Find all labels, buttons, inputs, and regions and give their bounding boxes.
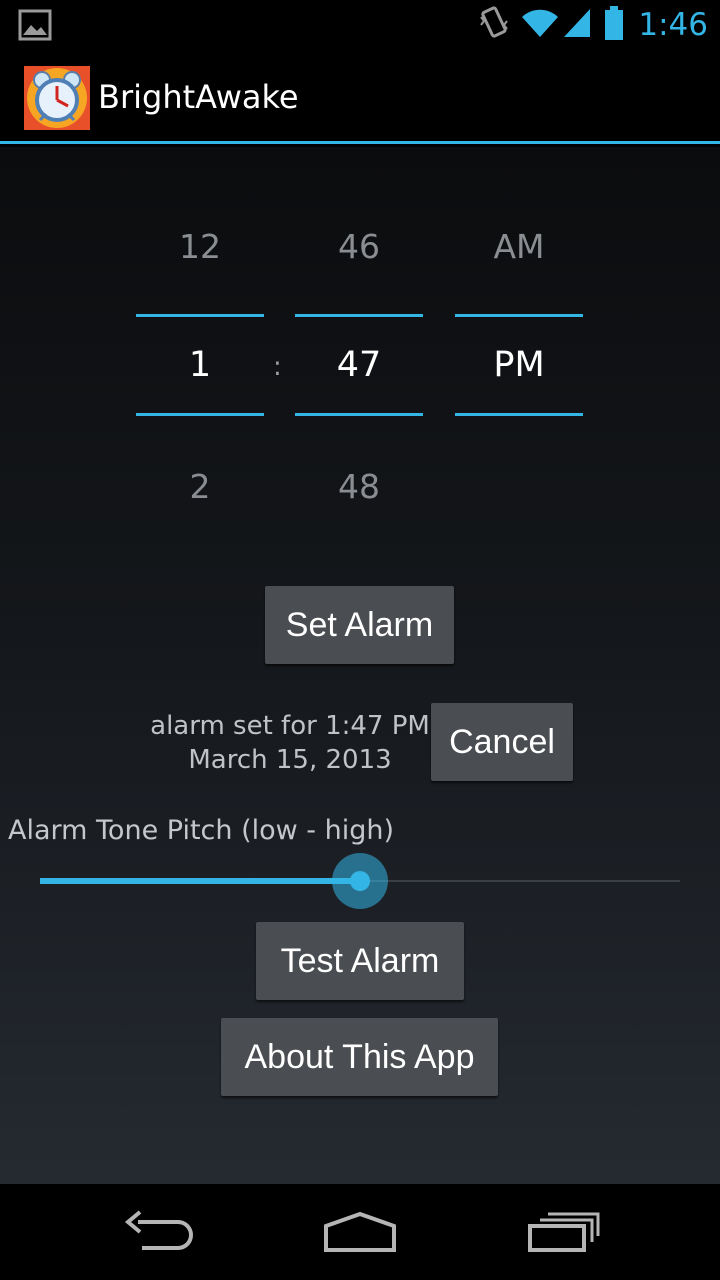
clock: 1:46	[638, 7, 708, 43]
time-separator: :	[273, 352, 282, 382]
alarm-clock-app-icon[interactable]	[24, 66, 90, 130]
back-icon[interactable]	[124, 1210, 196, 1258]
hour-selected[interactable]: 1	[136, 345, 264, 385]
hour-divider-top	[136, 314, 264, 317]
ampm-divider-top	[455, 314, 583, 317]
main-content: 12 1 2 : 46 47 48 AM PM Set Alarm alarm …	[0, 147, 720, 1184]
minute-above[interactable]: 46	[295, 227, 423, 266]
recents-icon[interactable]	[526, 1210, 600, 1258]
vibrate-icon	[478, 5, 510, 45]
battery-icon	[604, 6, 624, 44]
minute-below[interactable]: 48	[295, 467, 423, 506]
cell-signal-icon	[562, 7, 592, 43]
image-notification-icon	[18, 9, 52, 45]
pitch-slider-thumb[interactable]	[350, 871, 370, 891]
ampm-selected[interactable]: PM	[455, 345, 583, 385]
minute-divider-bottom	[295, 413, 423, 416]
alarm-status: alarm set for 1:47 PM March 15, 2013	[120, 709, 460, 777]
ampm-above[interactable]: AM	[455, 227, 583, 266]
hour-below[interactable]: 2	[136, 467, 264, 506]
wifi-icon	[520, 7, 560, 43]
minute-selected[interactable]: 47	[295, 345, 423, 385]
status-bar: 1:46	[0, 0, 720, 50]
app-title: BrightAwake	[98, 78, 299, 116]
pitch-slider-fill	[40, 878, 360, 884]
navigation-bar	[0, 1184, 720, 1280]
about-app-button[interactable]: About This App	[221, 1018, 498, 1096]
hour-above[interactable]: 12	[136, 227, 264, 266]
action-bar: BrightAwake	[0, 50, 720, 144]
home-icon[interactable]	[322, 1210, 398, 1258]
pitch-label: Alarm Tone Pitch (low - high)	[8, 815, 395, 846]
alarm-status-line2: March 15, 2013	[188, 745, 392, 775]
alarm-status-line1: alarm set for 1:47 PM	[150, 711, 430, 741]
ampm-divider-bottom	[455, 413, 583, 416]
set-alarm-button[interactable]: Set Alarm	[265, 586, 454, 664]
hour-divider-bottom	[136, 413, 264, 416]
test-alarm-button[interactable]: Test Alarm	[256, 922, 464, 1000]
cancel-button[interactable]: Cancel	[431, 703, 573, 781]
minute-divider-top	[295, 314, 423, 317]
